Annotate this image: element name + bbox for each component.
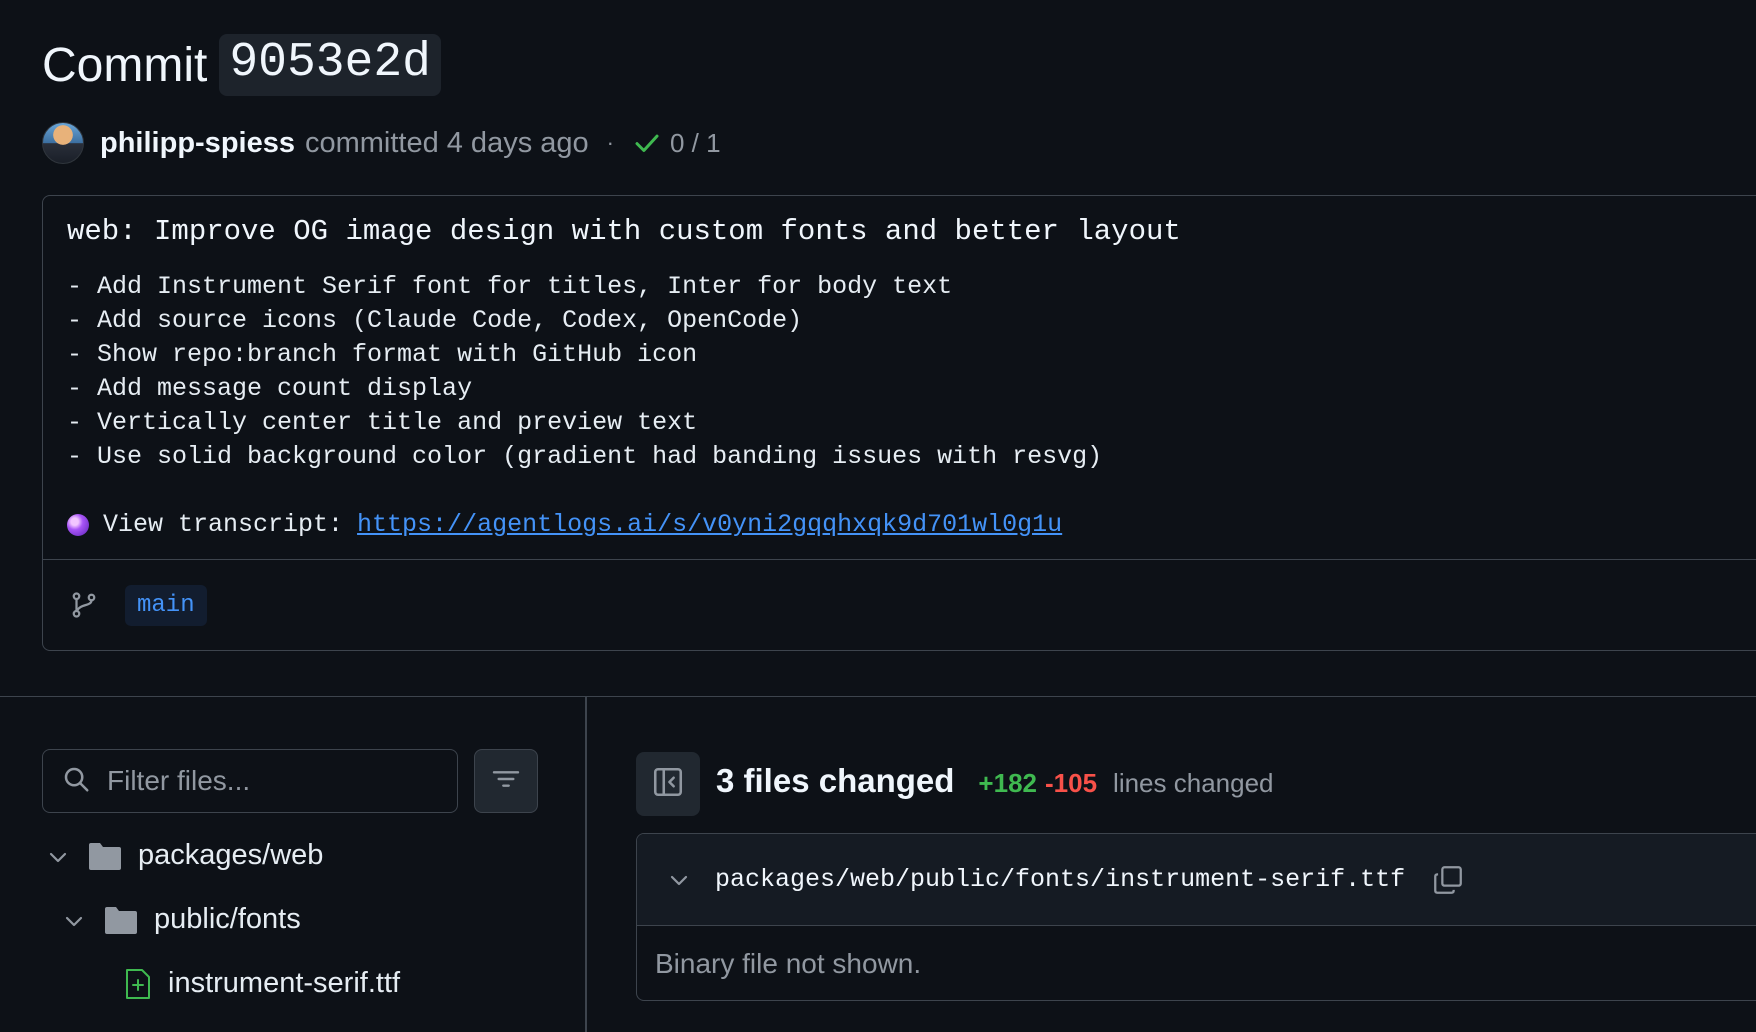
tree-item-label: public/fonts: [154, 903, 301, 935]
commit-action: committed: [304, 126, 439, 159]
commit-message-body: web: Improve OG image design with custom…: [43, 196, 1756, 560]
collapse-file-tree-button[interactable]: [636, 752, 700, 816]
diff-summary: 3 files changed +182 -105 lines changed: [716, 762, 1274, 800]
file-diff-card: packages/web/public/fonts/instrument-ser…: [636, 833, 1756, 1001]
commit-message-line: - Show repo:branch format with GitHub ic…: [67, 340, 698, 369]
avatar[interactable]: [42, 122, 84, 164]
tree-item-label: packages/web: [138, 839, 324, 871]
copy-icon[interactable]: [1431, 863, 1465, 897]
meta-separator: ·: [606, 130, 614, 155]
commit-message-line: - Add source icons (Claude Code, Codex, …: [67, 306, 803, 335]
additions-count: +182: [978, 768, 1037, 798]
crystal-ball-icon: [67, 514, 89, 536]
transcript-line: View transcript: https://agentlogs.ai/s/…: [67, 508, 1756, 542]
file-diff-body: Binary file not shown.: [655, 948, 922, 979]
filter-files-field[interactable]: [42, 749, 458, 813]
folder-icon: [88, 841, 122, 871]
file-diff-header: packages/web/public/fonts/instrument-ser…: [637, 834, 1756, 926]
tree-item-folder[interactable]: packages/web: [46, 839, 323, 872]
transcript-label: View transcript:: [103, 510, 344, 539]
search-icon: [61, 764, 91, 799]
files-changed-count: 3 files changed: [716, 762, 955, 799]
commit-time[interactable]: 4 days ago: [447, 127, 589, 160]
tree-item-folder[interactable]: public/fonts: [62, 903, 301, 936]
folder-icon: [104, 905, 138, 935]
deletions-count: -105: [1045, 768, 1098, 798]
sidebar-collapse-icon: [651, 765, 685, 804]
checks-status[interactable]: 0 / 1: [670, 128, 721, 159]
page-title: Commit: [42, 38, 208, 92]
filter-options-button[interactable]: [474, 749, 538, 813]
git-branch-icon: [69, 590, 99, 620]
chevron-down-icon[interactable]: [62, 908, 86, 932]
transcript-link[interactable]: https://agentlogs.ai/s/v0yni2gqqhxqk9d70…: [357, 508, 1062, 542]
branch-badge[interactable]: main: [125, 584, 207, 626]
tree-item-label: instrument-serif.ttf: [168, 967, 401, 999]
commit-message-line: - Add message count display: [67, 374, 473, 403]
tree-item-file[interactable]: instrument-serif.ttf: [124, 967, 400, 1000]
filter-icon: [490, 763, 522, 800]
commit-sha[interactable]: 9053e2d: [219, 34, 441, 96]
file-path[interactable]: packages/web/public/fonts/instrument-ser…: [715, 865, 1405, 894]
pane-divider[interactable]: [585, 697, 587, 1032]
commit-message-line: - Add Instrument Serif font for titles, …: [67, 272, 953, 301]
commit-message-line: - Use solid background color (gradient h…: [67, 442, 1103, 471]
chevron-down-icon[interactable]: [667, 868, 691, 892]
lines-changed-label: lines changed: [1113, 768, 1274, 798]
commit-message-line: - Vertically center title and preview te…: [67, 408, 698, 437]
branch-footer: main: [43, 560, 1756, 650]
commit-title: Commit 9053e2d: [42, 34, 441, 96]
author-link[interactable]: philipp-spiess: [100, 127, 295, 160]
filter-files-input[interactable]: [105, 764, 425, 798]
section-divider: [0, 696, 1756, 697]
commit-message-title: web: Improve OG image design with custom…: [67, 215, 1181, 248]
file-added-icon: [124, 968, 152, 1000]
check-icon[interactable]: [632, 128, 662, 158]
chevron-down-icon[interactable]: [46, 844, 70, 868]
commit-meta: philipp-spiess committed 4 days ago · 0 …: [42, 121, 721, 165]
commit-message-box: web: Improve OG image design with custom…: [42, 195, 1756, 651]
